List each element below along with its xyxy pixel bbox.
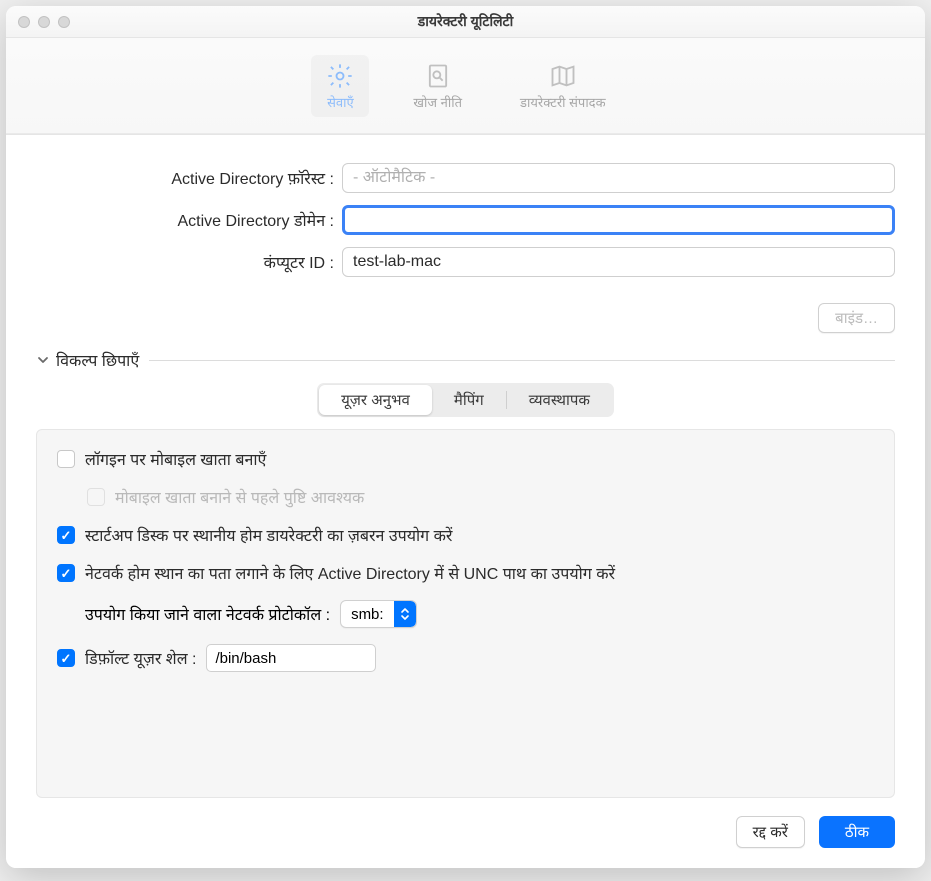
bind-row: बाइंड… (36, 303, 895, 333)
create-mobile-label: लॉगइन पर मोबाइल खाता बनाएँ (85, 448, 266, 470)
force-local-home-row: ✓ स्टार्टअप डिस्क पर स्थानीय होम डायरेक्… (57, 524, 874, 546)
toolbar-search-policy-label: खोज नीति (413, 93, 462, 111)
use-unc-label: नेटवर्क होम स्थान का पता लगाने के लिए Ac… (85, 562, 615, 584)
domain-row: Active Directory डोमेन : (36, 205, 895, 235)
zoom-window-button[interactable] (58, 16, 70, 28)
force-local-home-checkbox[interactable]: ✓ (57, 526, 75, 544)
traffic-lights (18, 16, 70, 28)
close-window-button[interactable] (18, 16, 30, 28)
protocol-value: smb: (351, 606, 384, 623)
default-shell-label: डिफ़ॉल्ट यूज़र शेल : (85, 647, 196, 669)
confirm-mobile-label: मोबाइल खाता बनाने से पहले पुष्टि आवश्यक (115, 486, 364, 508)
forest-label: Active Directory फ़ॉरेस्ट : (36, 167, 334, 189)
default-shell-row: ✓ डिफ़ॉल्ट यूज़र शेल : (57, 644, 874, 672)
toolbar-directory-editor[interactable]: डायरेक्टरी संपादक (506, 55, 620, 117)
toolbar-directory-editor-label: डायरेक्टरी संपादक (520, 93, 606, 111)
use-unc-checkbox[interactable]: ✓ (57, 564, 75, 582)
force-local-home-label: स्टार्टअप डिस्क पर स्थानीय होम डायरेक्टर… (85, 524, 452, 546)
tab-admin[interactable]: व्यवस्थापक (507, 385, 612, 415)
main-window: डायरेक्टरी यूटिलिटी सेवाएँ (6, 6, 925, 868)
search-doc-icon (423, 61, 453, 91)
tab-bar: यूज़र अनुभव मैपिंग व्यवस्थापक (36, 383, 895, 417)
disclosure-label[interactable]: विकल्प छिपाएँ (56, 349, 139, 371)
gear-icon (325, 61, 355, 91)
toolbar-items: सेवाएँ खोज नीति (311, 55, 619, 117)
window-title: डायरेक्टरी यूटिलिटी (6, 12, 925, 31)
confirm-mobile-checkbox (87, 488, 105, 506)
forest-input (342, 163, 895, 193)
forest-row: Active Directory फ़ॉरेस्ट : (36, 163, 895, 193)
confirm-mobile-row: मोबाइल खाता बनाने से पहले पुष्टि आवश्यक (87, 486, 874, 508)
domain-label: Active Directory डोमेन : (36, 209, 334, 231)
computer-id-row: कंप्यूटर ID : (36, 247, 895, 277)
segmented-control: यूज़र अनुभव मैपिंग व्यवस्थापक (317, 383, 614, 417)
minimize-window-button[interactable] (38, 16, 50, 28)
chevron-updown-icon (394, 601, 416, 627)
protocol-label: उपयोग किया जाने वाला नेटवर्क प्रोटोकॉल : (85, 603, 330, 625)
toolbar-services-label: सेवाएँ (327, 93, 354, 111)
default-shell-checkbox[interactable]: ✓ (57, 649, 75, 667)
protocol-select[interactable]: smb: (340, 600, 417, 628)
options-panel: लॉगइन पर मोबाइल खाता बनाएँ मोबाइल खाता ब… (36, 429, 895, 798)
toolbar-search-policy[interactable]: खोज नीति (399, 55, 476, 117)
create-mobile-checkbox[interactable] (57, 450, 75, 468)
footer: रद्द करें ठीक (36, 798, 895, 848)
tab-user-experience[interactable]: यूज़र अनुभव (319, 385, 432, 415)
disclosure-row: विकल्प छिपाएँ (36, 349, 895, 371)
titlebar: डायरेक्टरी यूटिलिटी (6, 6, 925, 38)
toolbar-services[interactable]: सेवाएँ (311, 55, 369, 117)
chevron-down-icon[interactable] (36, 353, 50, 367)
default-shell-input[interactable] (206, 644, 376, 672)
protocol-row: उपयोग किया जाने वाला नेटवर्क प्रोटोकॉल :… (85, 600, 874, 628)
divider (149, 360, 895, 361)
use-unc-row: ✓ नेटवर्क होम स्थान का पता लगाने के लिए … (57, 562, 874, 584)
bind-button[interactable]: बाइंड… (818, 303, 895, 333)
tab-mapping[interactable]: मैपिंग (432, 385, 506, 415)
ok-button[interactable]: ठीक (819, 816, 895, 848)
computer-id-input[interactable] (342, 247, 895, 277)
create-mobile-row: लॉगइन पर मोबाइल खाता बनाएँ (57, 448, 874, 470)
computer-id-label: कंप्यूटर ID : (36, 251, 334, 273)
toolbar: सेवाएँ खोज नीति (6, 38, 925, 134)
map-icon (548, 61, 578, 91)
sheet: Active Directory फ़ॉरेस्ट : Active Direc… (6, 134, 925, 868)
domain-input[interactable] (342, 205, 895, 235)
cancel-button[interactable]: रद्द करें (736, 816, 805, 848)
